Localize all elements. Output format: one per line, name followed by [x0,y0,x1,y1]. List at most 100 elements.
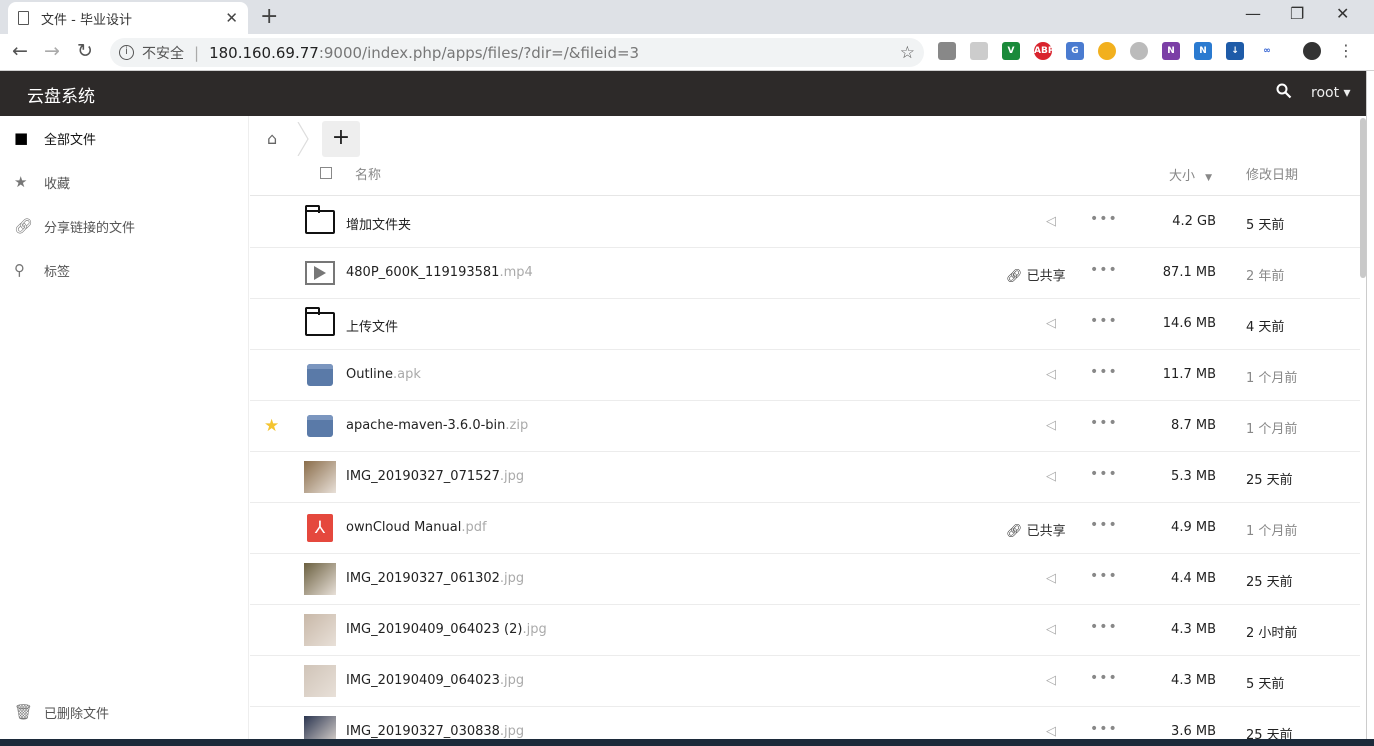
file-row[interactable]: Outline.apk ◁ ••• 11.7 MB 1 个月前 [250,350,1360,401]
search-icon[interactable] [1276,83,1292,103]
file-extension: .jpg [499,673,525,688]
sidebar-item-favorites[interactable]: ★ 收藏 [0,162,249,202]
extension-gear-icon[interactable] [1130,42,1148,60]
link-icon: 🔗︎ [1006,269,1027,284]
file-extension: .jpg [499,469,525,484]
file-name[interactable]: IMG_20190327_061302.jpg [346,571,524,586]
add-button[interactable]: + [322,121,360,157]
file-row[interactable]: 增加文件夹 ◁ ••• 4.2 GB 5 天前 [250,197,1360,248]
more-actions-icon[interactable]: ••• [1090,568,1118,584]
home-icon[interactable]: ⌂ [267,129,277,148]
file-row[interactable]: IMG_20190327_071527.jpg ◁ ••• 5.3 MB 25 天前 [250,452,1360,503]
file-basename: IMG_20190327_030838 [346,724,500,739]
browser-tab[interactable]: 文件 - 毕业设计 ✕ [8,2,248,34]
sidebar-item-deleted-files[interactable]: 🗑︎ 已删除文件 [0,692,249,732]
favorite-star-icon[interactable]: ★ [264,416,279,436]
shared-indicator[interactable]: 🔗︎ 已共享 [1006,265,1066,284]
file-basename: IMG_20190327_061302 [346,571,500,586]
window-close-icon[interactable]: ✕ [1336,4,1349,23]
share-icon[interactable]: ◁ [1046,367,1056,382]
more-actions-icon[interactable]: ••• [1090,466,1118,482]
file-name[interactable]: IMG_20190409_064023 (2).jpg [346,622,547,637]
menu-kebab-icon[interactable]: ⋮ [1338,41,1354,60]
more-actions-icon[interactable]: ••• [1090,721,1118,737]
new-tab-button[interactable]: + [260,4,278,29]
share-icon[interactable]: ◁ [1046,724,1056,739]
reload-icon[interactable]: ↻ [77,40,93,62]
more-actions-icon[interactable]: ••• [1090,313,1118,329]
more-actions-icon[interactable]: ••• [1090,262,1118,278]
profile-avatar[interactable] [1303,42,1321,60]
share-icon[interactable]: ◁ [1046,316,1056,331]
file-name[interactable]: 上传文件 [346,316,398,335]
extension-chrome-icon[interactable] [1098,42,1116,60]
more-actions-icon[interactable]: ••• [1090,211,1118,227]
share-icon[interactable]: ◁ [1046,673,1056,688]
user-menu[interactable]: root ▾ [1311,85,1351,101]
more-actions-icon[interactable]: ••• [1090,670,1118,686]
column-size[interactable]: 大小 ▼ [1169,165,1212,184]
app-name[interactable]: 云盘系统 [27,82,95,107]
file-name[interactable]: Outline.apk [346,367,421,382]
extension-speech-icon[interactable] [938,42,956,60]
select-all-checkbox[interactable] [320,167,332,179]
share-icon[interactable]: ◁ [1046,418,1056,433]
file-row[interactable]: 480P_600K_119193581.mp4 🔗︎ 已共享 ••• 87.1 MB 2… [250,248,1360,299]
file-row[interactable]: 上传文件 ◁ ••• 14.6 MB 4 天前 [250,299,1360,350]
file-row[interactable]: IMG_20190409_064023 (2).jpg ◁ ••• 4.3 MB 2 小… [250,605,1360,656]
extension-download-icon[interactable]: ↓ [1226,42,1244,60]
link-icon: 🔗︎ [14,217,34,235]
file-row[interactable]: ⅄ ownCloud Manual.pdf 🔗︎ 已共享 ••• 4.9 MB 1 个月前 [250,503,1360,554]
share-icon[interactable]: ◁ [1046,571,1056,586]
trash-icon: 🗑︎ [14,703,34,721]
extension-infinity-icon[interactable]: ∞ [1258,42,1276,60]
file-name[interactable]: IMG_20190327_030838.jpg [346,724,524,739]
file-row[interactable]: IMG_20190409_064023.jpg ◁ ••• 4.3 MB 5 天前 [250,656,1360,707]
file-name[interactable]: apache-maven-3.6.0-bin.zip [346,418,528,433]
close-tab-icon[interactable]: ✕ [225,9,238,27]
file-name[interactable]: IMG_20190409_064023.jpg [346,673,524,688]
table-header: 名称 大小 ▼ 修改日期 [250,160,1366,196]
package-icon [304,359,336,391]
column-name[interactable]: 名称 [355,164,381,183]
extension-abp-icon[interactable]: ABP [1034,42,1054,60]
bookmark-star-icon[interactable]: ☆ [900,43,915,63]
info-icon[interactable]: i [119,45,134,60]
file-name[interactable]: 480P_600K_119193581.mp4 [346,265,533,280]
share-icon[interactable]: ◁ [1046,469,1056,484]
more-actions-icon[interactable]: ••• [1090,517,1118,533]
file-row[interactable]: ★ apache-maven-3.6.0-bin.zip ◁ ••• 8.7 MB 1 个… [250,401,1360,452]
file-date: 2 小时前 [1246,626,1298,641]
more-actions-icon[interactable]: ••• [1090,415,1118,431]
more-actions-icon[interactable]: ••• [1090,364,1118,380]
sidebar-item-tags[interactable]: ⚲ 标签 [0,250,249,290]
file-name[interactable]: ownCloud Manual.pdf [346,520,487,535]
file-date: 1 个月前 [1246,524,1298,539]
file-name[interactable]: IMG_20190327_071527.jpg [346,469,524,484]
file-extension: .mp4 [499,265,533,280]
extension-translate-icon[interactable]: G [1066,42,1084,60]
forward-icon[interactable]: → [44,40,60,62]
share-icon[interactable]: ◁ [1046,622,1056,637]
shared-indicator[interactable]: 🔗︎ 已共享 [1006,520,1066,539]
extension-new-icon[interactable]: N [1194,42,1212,60]
sidebar-item-all-files[interactable]: ■ 全部文件 [0,118,249,158]
browser-toolbar: ← → ↻ i 不安全 | 180.160.69.77 :9000/index.… [0,34,1374,71]
file-list-area: ⌂ + 名称 大小 ▼ 修改日期 增加文件夹 ◁ ••• 4.2 GB 5 天前 480P… [250,116,1366,746]
sidebar-item-shared-links[interactable]: 🔗︎ 分享链接的文件 [0,206,249,246]
extension-v-icon[interactable]: V [1002,42,1020,60]
more-actions-icon[interactable]: ••• [1090,619,1118,635]
minimize-icon[interactable]: — [1245,4,1261,23]
file-row[interactable]: IMG_20190327_061302.jpg ◁ ••• 4.4 MB 25 天前 [250,554,1360,605]
restore-icon[interactable]: ❐ [1290,4,1304,23]
back-icon[interactable]: ← [12,40,28,62]
file-name[interactable]: 增加文件夹 [346,214,411,233]
extension-cursor-icon[interactable] [970,42,988,60]
extension-onenote-icon[interactable]: N [1162,42,1180,60]
share-icon[interactable]: ◁ [1046,214,1056,229]
folder-icon: ■ [14,129,29,147]
file-size: 4.3 MB [1171,673,1216,688]
address-bar[interactable]: i 不安全 | 180.160.69.77 :9000/index.php/ap… [110,38,924,67]
file-size: 11.7 MB [1162,367,1216,382]
column-date[interactable]: 修改日期 [1246,164,1298,183]
